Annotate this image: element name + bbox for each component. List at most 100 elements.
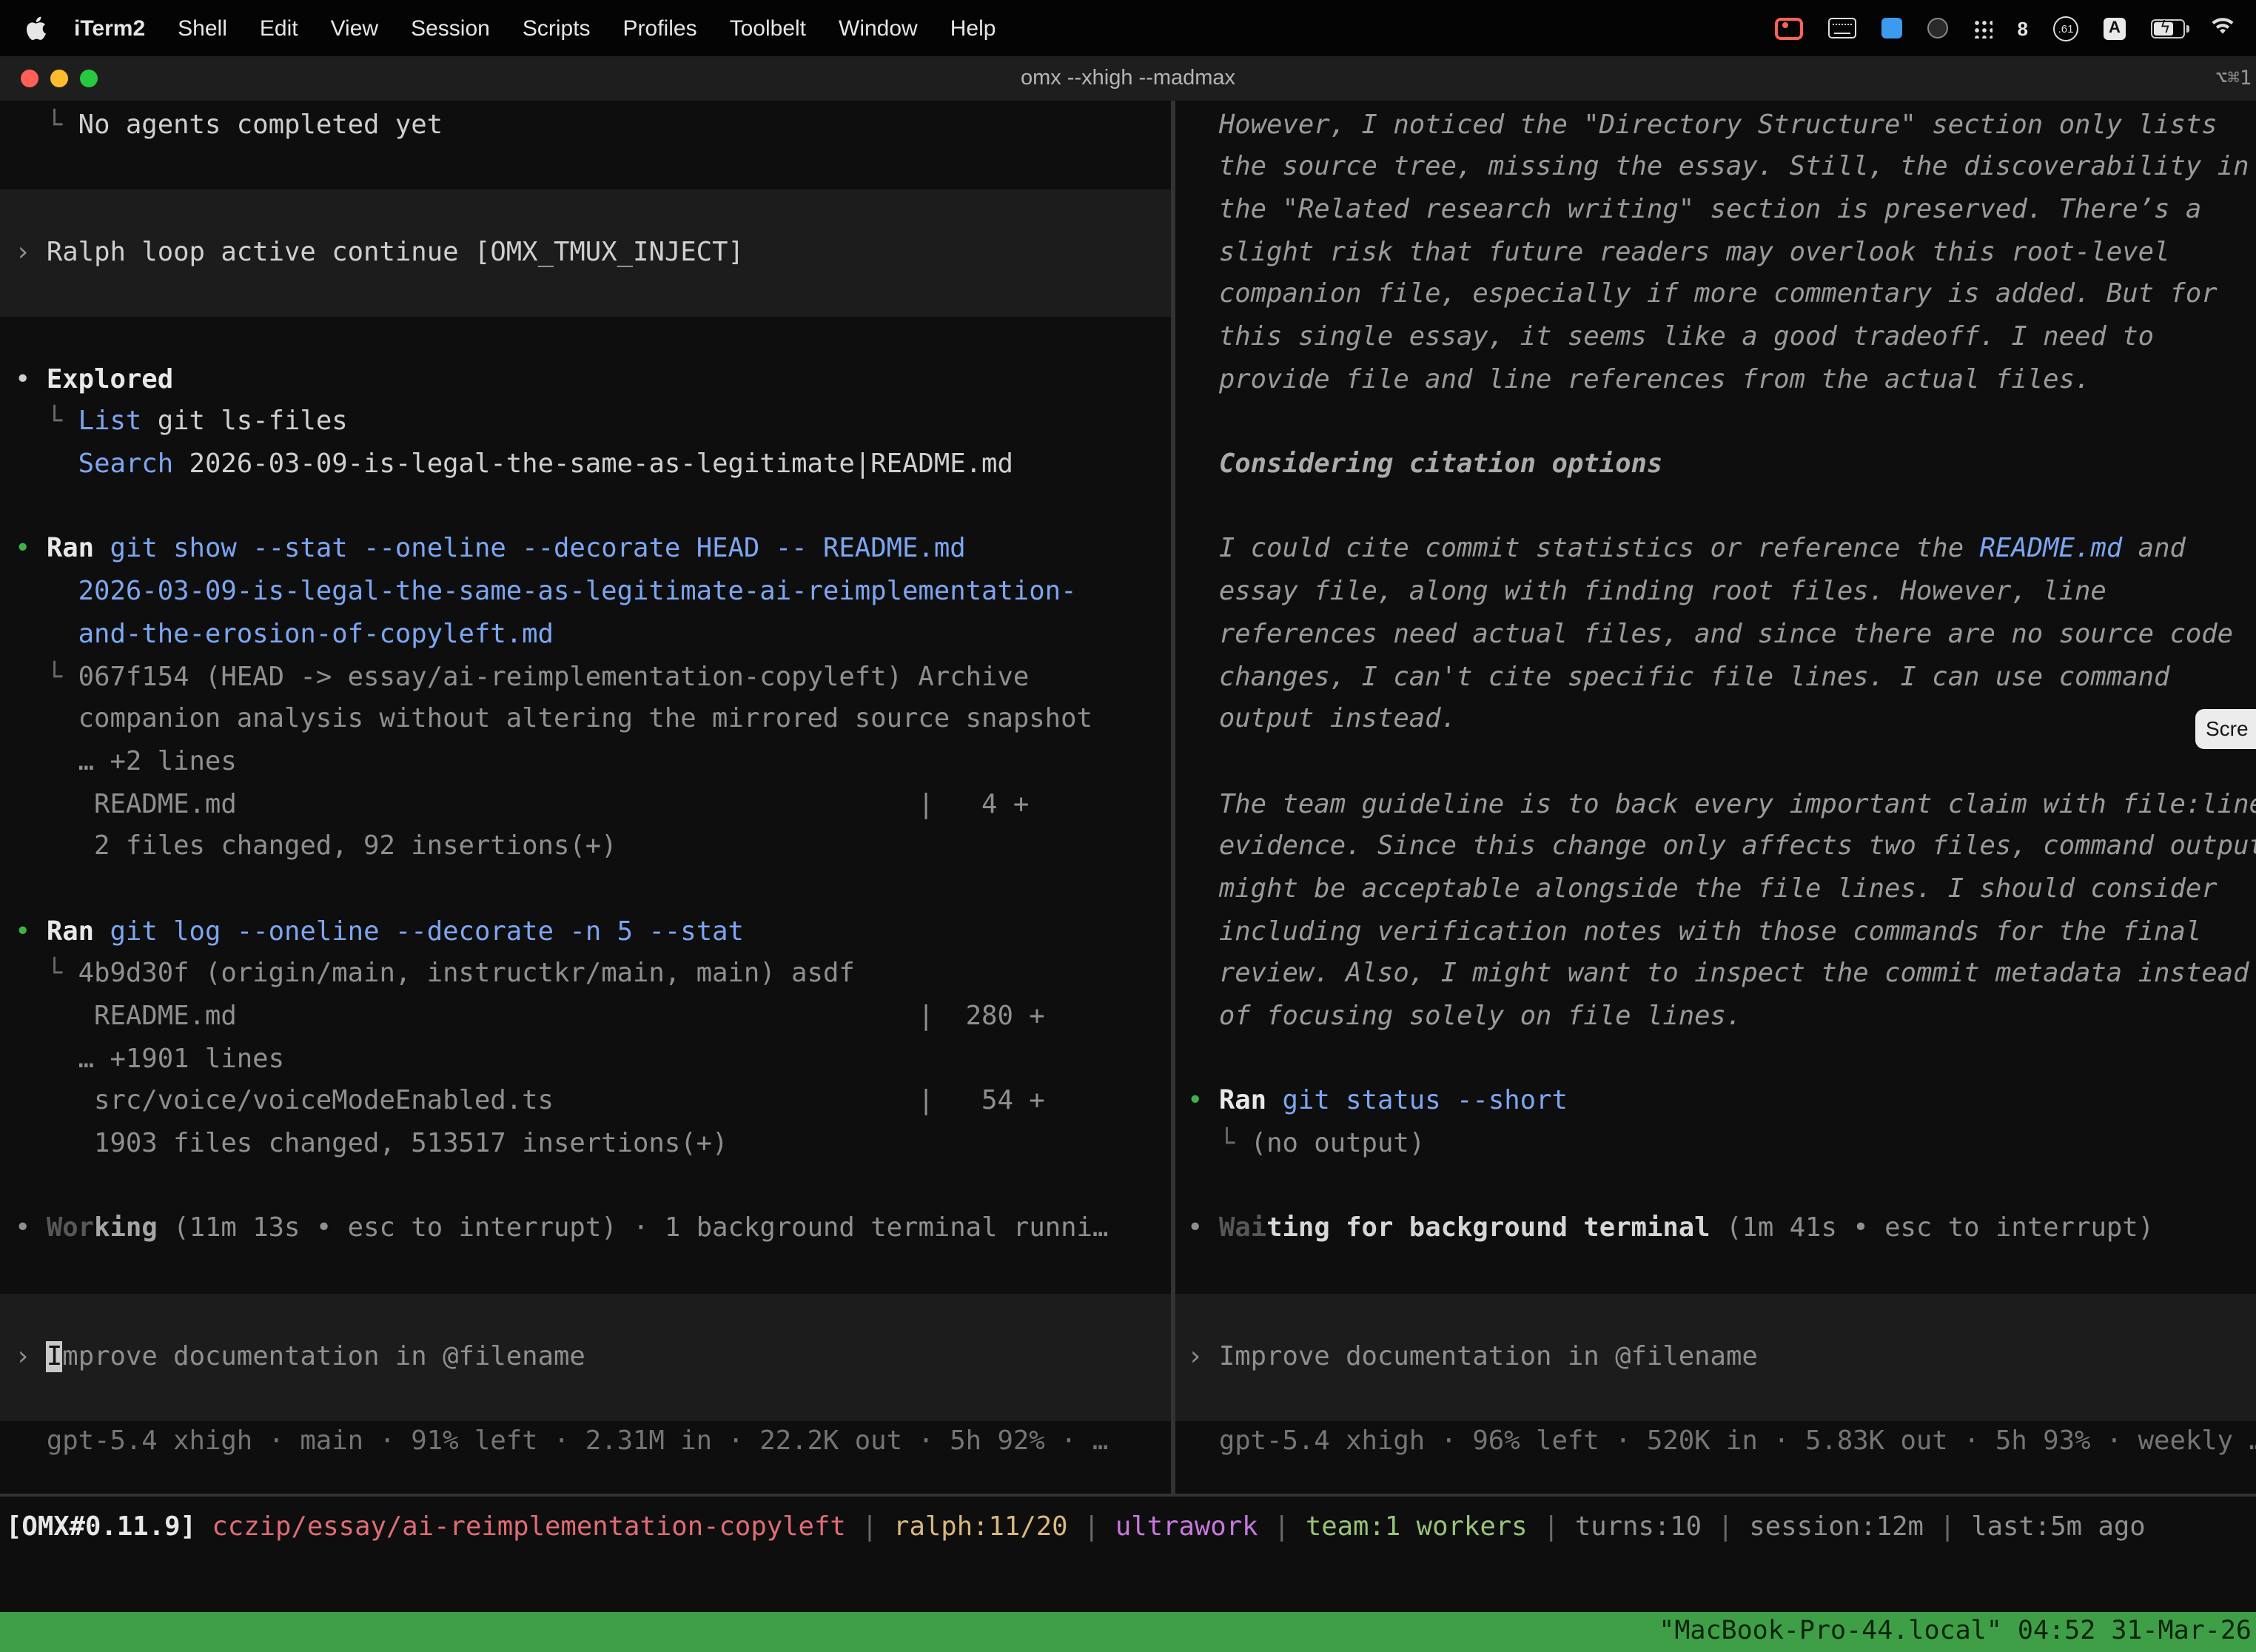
battery-icon[interactable]: ϟ <box>2151 19 2185 38</box>
terminal-line: • Ran git show --stat --oneline --decora… <box>0 529 1171 571</box>
tmux-host-time: "MacBook-Pro-44.local" 04:52 31-Mar-26 <box>1659 1612 2252 1652</box>
terminal-line <box>0 147 1171 189</box>
terminal-line <box>0 317 1171 359</box>
blue-app-icon[interactable] <box>1881 18 1902 38</box>
terminal-line: └ No agents completed yet <box>0 104 1171 147</box>
terminal-line <box>0 1251 1171 1293</box>
window-title: omx --xhigh --madmax <box>0 56 2256 101</box>
terminal-line: [OMX#0.11.9] cczip/essay/ai-reimplementa… <box>6 1507 2256 1549</box>
terminal-line: • Ran git log --oneline --decorate -n 5 … <box>0 911 1171 953</box>
terminal-line: companion file, especially if more comme… <box>1175 275 2256 317</box>
terminal-line <box>1175 1294 2256 1336</box>
screen-tab-button[interactable]: Scre <box>2195 709 2256 749</box>
terminal-line: • Working (11m 13s • esc to interrupt) ·… <box>0 1209 1171 1251</box>
status-divider <box>0 1494 2256 1497</box>
terminal-line: including verification notes with those … <box>1175 911 2256 953</box>
terminal-line: slight risk that future readers may over… <box>1175 232 2256 274</box>
pane-left[interactable]: └ No agents completed yet › Ralph loop ac… <box>0 101 1171 1494</box>
menu-item-edit[interactable]: Edit <box>244 16 315 41</box>
apple-icon <box>27 16 46 40</box>
keyboard-icon[interactable] <box>1828 18 1856 38</box>
terminal-line: • Explored <box>0 359 1171 401</box>
menu-item-shell[interactable]: Shell <box>161 16 244 41</box>
terminal-line: The team guideline is to back every impo… <box>1175 784 2256 826</box>
menu-item-toolbelt[interactable]: Toolbelt <box>714 16 822 41</box>
terminal-line <box>1175 742 2256 784</box>
menu-item-scripts[interactable]: Scripts <box>506 16 607 41</box>
terminal-line: the "Related research writing" section i… <box>1175 189 2256 232</box>
menu-item-help[interactable]: Help <box>934 16 1013 41</box>
menu-item-profiles[interactable]: Profiles <box>607 16 714 41</box>
terminal-line: › Ralph loop active continue [OMX_TMUX_I… <box>0 232 1171 274</box>
input-source-icon[interactable]: A <box>2104 17 2126 39</box>
percent-badge-icon[interactable]: .61 <box>2053 16 2078 41</box>
grid-dots-icon[interactable] <box>1973 19 1993 38</box>
terminal-line: • Ran git status --short <box>1175 1081 2256 1124</box>
terminal-line: Considering citation options <box>1175 444 2256 486</box>
terminal-line: README.md | 280 + <box>0 996 1171 1038</box>
terminal-line <box>0 1294 1171 1336</box>
pane-right[interactable]: However, I noticed the "Directory Struct… <box>1175 101 2256 1494</box>
terminal-line: essay file, along with finding root file… <box>1175 571 2256 614</box>
terminal-line: README.md | 4 + <box>0 784 1171 826</box>
window-title-bar[interactable]: omx --xhigh --madmax ⌥⌘1 <box>0 56 2256 101</box>
terminal-line: gpt-5.4 xhigh · 96% left · 520K in · 5.8… <box>1175 1421 2256 1463</box>
apple-menu[interactable] <box>18 16 58 40</box>
terminal-line <box>1175 1038 2256 1081</box>
terminal-line <box>0 189 1171 232</box>
terminal-line: └ List git ls-files <box>0 402 1171 444</box>
window-shortcut: ⌥⌘1 <box>2215 56 2252 101</box>
terminal-line <box>1175 1251 2256 1293</box>
wifi-icon[interactable] <box>2210 16 2235 41</box>
terminal-line: └ (no output) <box>1175 1124 2256 1166</box>
terminal-line <box>0 869 1171 911</box>
menu-status-icons: 8 .61 A ϟ <box>1775 16 2256 41</box>
terminal-line: Search 2026-03-09-is-legal-the-same-as-l… <box>0 444 1171 486</box>
terminal-line <box>1175 1378 2256 1420</box>
terminal-line: might be acceptable alongside the file l… <box>1175 869 2256 911</box>
terminal-line <box>1175 402 2256 444</box>
terminal-line <box>0 1378 1171 1420</box>
terminal-line: 2 files changed, 92 insertions(+) <box>0 827 1171 869</box>
tmux-status-bar: [omx-cczip0:bash* "MacBook-Pro-44.local"… <box>0 1612 2256 1652</box>
terminal-line <box>0 1166 1171 1209</box>
terminal-line: the source tree, missing the essay. Stil… <box>1175 147 2256 189</box>
terminal-line: However, I noticed the "Directory Struct… <box>1175 104 2256 147</box>
terminal-line: companion analysis without altering the … <box>0 699 1171 741</box>
dark-app-icon[interactable] <box>1927 18 1948 38</box>
terminal-line: • Waiting for background terminal (1m 41… <box>1175 1209 2256 1251</box>
omx-status-line: [OMX#0.11.9] cczip/essay/ai-reimplementa… <box>0 1507 2256 1550</box>
menu-item-iterm2[interactable]: iTerm2 <box>58 16 161 41</box>
terminal-line: output instead. <box>1175 699 2256 741</box>
terminal-line: of focusing solely on file lines. <box>1175 996 2256 1038</box>
terminal-line: └ 067f154 (HEAD -> essay/ai-reimplementa… <box>0 657 1171 699</box>
terminal-line: this single essay, it seems like a good … <box>1175 317 2256 359</box>
ghost-app-icon[interactable]: 8 <box>2018 17 2028 39</box>
terminal-line: evidence. Since this change only affects… <box>1175 827 2256 869</box>
terminal-line: and-the-erosion-of-copyleft.md <box>0 614 1171 657</box>
terminal-line: changes, I can't cite specific file line… <box>1175 657 2256 699</box>
terminal-line: › Improve documentation in @filename <box>1175 1336 2256 1378</box>
terminal-line <box>1175 1166 2256 1209</box>
menu-items: iTerm2ShellEditViewSessionScriptsProfile… <box>58 16 1012 41</box>
terminal-line: gpt-5.4 xhigh · main · 91% left · 2.31M … <box>0 1421 1171 1463</box>
screen-recording-icon[interactable] <box>1775 17 1803 39</box>
terminal-line <box>0 275 1171 317</box>
terminal-area: └ No agents completed yet › Ralph loop ac… <box>0 101 2256 1652</box>
terminal-line: 2026-03-09-is-legal-the-same-as-legitima… <box>0 571 1171 614</box>
iterm2-window: iTerm2ShellEditViewSessionScriptsProfile… <box>0 0 2256 1652</box>
menu-item-window[interactable]: Window <box>822 16 934 41</box>
terminal-line <box>0 487 1171 529</box>
terminal-line: … +2 lines <box>0 742 1171 784</box>
terminal-line: references need actual files, and since … <box>1175 614 2256 657</box>
terminal-line: review. Also, I might want to inspect th… <box>1175 954 2256 996</box>
terminal-line: … +1901 lines <box>0 1038 1171 1081</box>
menu-bar: iTerm2ShellEditViewSessionScriptsProfile… <box>0 0 2256 56</box>
terminal-line: provide file and line references from th… <box>1175 359 2256 401</box>
menu-item-session[interactable]: Session <box>395 16 506 41</box>
terminal-line: 1903 files changed, 513517 insertions(+) <box>0 1124 1171 1166</box>
terminal-line: src/voice/voiceModeEnabled.ts | 54 + <box>0 1081 1171 1124</box>
menu-item-view[interactable]: View <box>315 16 395 41</box>
terminal-line: › Improve documentation in @filename <box>0 1336 1171 1378</box>
terminal-line: └ 4b9d30f (origin/main, instructkr/main,… <box>0 954 1171 996</box>
